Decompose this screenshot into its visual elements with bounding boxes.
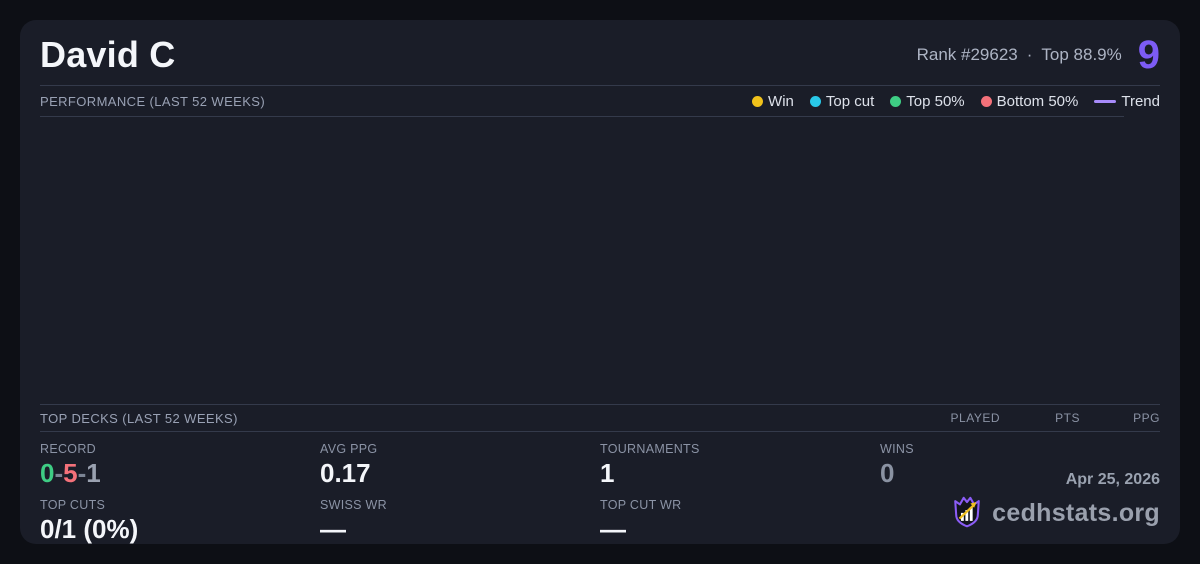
top-cut-dot-icon [809, 95, 821, 107]
header-right: Rank #29623 · Top 88.9% 9 [917, 35, 1160, 75]
record-separator: - [54, 458, 64, 488]
win-dot-icon [752, 95, 764, 107]
legend-item-top-cut: Top cut [809, 92, 875, 110]
performance-section-header: PERFORMANCE (LAST 52 WEEKS) Win Top cut … [40, 86, 1160, 116]
avg-ppg-value: 0.17 [320, 458, 371, 488]
swiss-wr-value: — [320, 513, 346, 544]
wins-label: WINS [880, 442, 914, 456]
player-score: 9 [1137, 32, 1160, 77]
column-played: PLAYED [950, 411, 1000, 425]
column-ppg: PPG [1133, 411, 1160, 425]
swiss-wr-label: SWISS WR [320, 497, 387, 512]
stats-column-1: RECORD 0-5-1 TOP CUTS 0/1 (0%) [40, 442, 320, 554]
site-branding: cedhstats.org [951, 493, 1160, 534]
tournaments-label: TOURNAMENTS [600, 442, 700, 456]
legend-item-top50: Top 50% [890, 92, 965, 110]
card-footer: Apr 25, 2026 cedhstats.org [951, 471, 1160, 534]
player-stats-card: David C Rank #29623 · Top 88.9% 9 PERFOR… [20, 20, 1180, 544]
rank-separator: · [1026, 44, 1033, 64]
record-separator: - [77, 458, 87, 488]
cedhstats-shield-logo-icon [951, 493, 983, 534]
player-name: David C [40, 33, 176, 75]
column-pts: PTS [1055, 411, 1080, 425]
generated-date: Apr 25, 2026 [1065, 471, 1160, 488]
legend-item-bottom50: Bottom 50% [980, 92, 1079, 110]
top-decks-columns: PLAYED PTS PPG [920, 411, 1160, 425]
stats-column-2: AVG PPG 0.17 SWISS WR — [320, 442, 600, 554]
stats-column-3: TOURNAMENTS 1 TOP CUT WR — [600, 442, 880, 554]
bottom50-dot-icon [980, 95, 992, 107]
chart-legend: Win Top cut Top 50% Bottom 50% Trend [752, 93, 1160, 110]
top-decks-header: TOP DECKS (LAST 52 WEEKS) PLAYED PTS PPG [40, 405, 1160, 431]
tournaments-value: 1 [600, 458, 615, 488]
legend-label: Top 50% [906, 92, 965, 110]
trend-line-icon [1094, 99, 1117, 103]
legend-item-win: Win [752, 93, 794, 110]
performance-chart-area [40, 117, 1160, 404]
top50-dot-icon [890, 95, 902, 107]
top-decks-title: TOP DECKS (LAST 52 WEEKS) [40, 410, 238, 426]
legend-label: Bottom 50% [996, 92, 1079, 110]
avg-ppg-label: AVG PPG [320, 442, 378, 456]
record-wins: 0 [40, 458, 55, 488]
legend-label: Trend [1121, 92, 1160, 110]
card-header: David C Rank #29623 · Top 88.9% 9 [40, 20, 1160, 85]
top-cut-wr-value: — [600, 513, 626, 544]
record-value: 0-5-1 [40, 458, 320, 489]
legend-item-trend: Trend [1094, 93, 1160, 110]
legend-label: Top cut [825, 92, 875, 110]
record-label: RECORD [40, 442, 96, 456]
performance-title: PERFORMANCE (LAST 52 WEEKS) [40, 93, 266, 109]
site-link[interactable]: cedhstats.org [992, 499, 1160, 528]
legend-label: Win [768, 92, 794, 110]
top-cuts-value: 0/1 (0%) [40, 513, 139, 544]
rank-number: Rank #29623 [916, 44, 1018, 64]
top-cuts-label: TOP CUTS [40, 497, 106, 512]
top-cut-wr-label: TOP CUT WR [600, 497, 682, 512]
record-losses: 5 [63, 458, 78, 488]
top-percent: Top 88.9% [1041, 44, 1122, 64]
rank-summary: Rank #29623 · Top 88.9% [917, 45, 1122, 65]
record-draws: 1 [86, 458, 101, 488]
